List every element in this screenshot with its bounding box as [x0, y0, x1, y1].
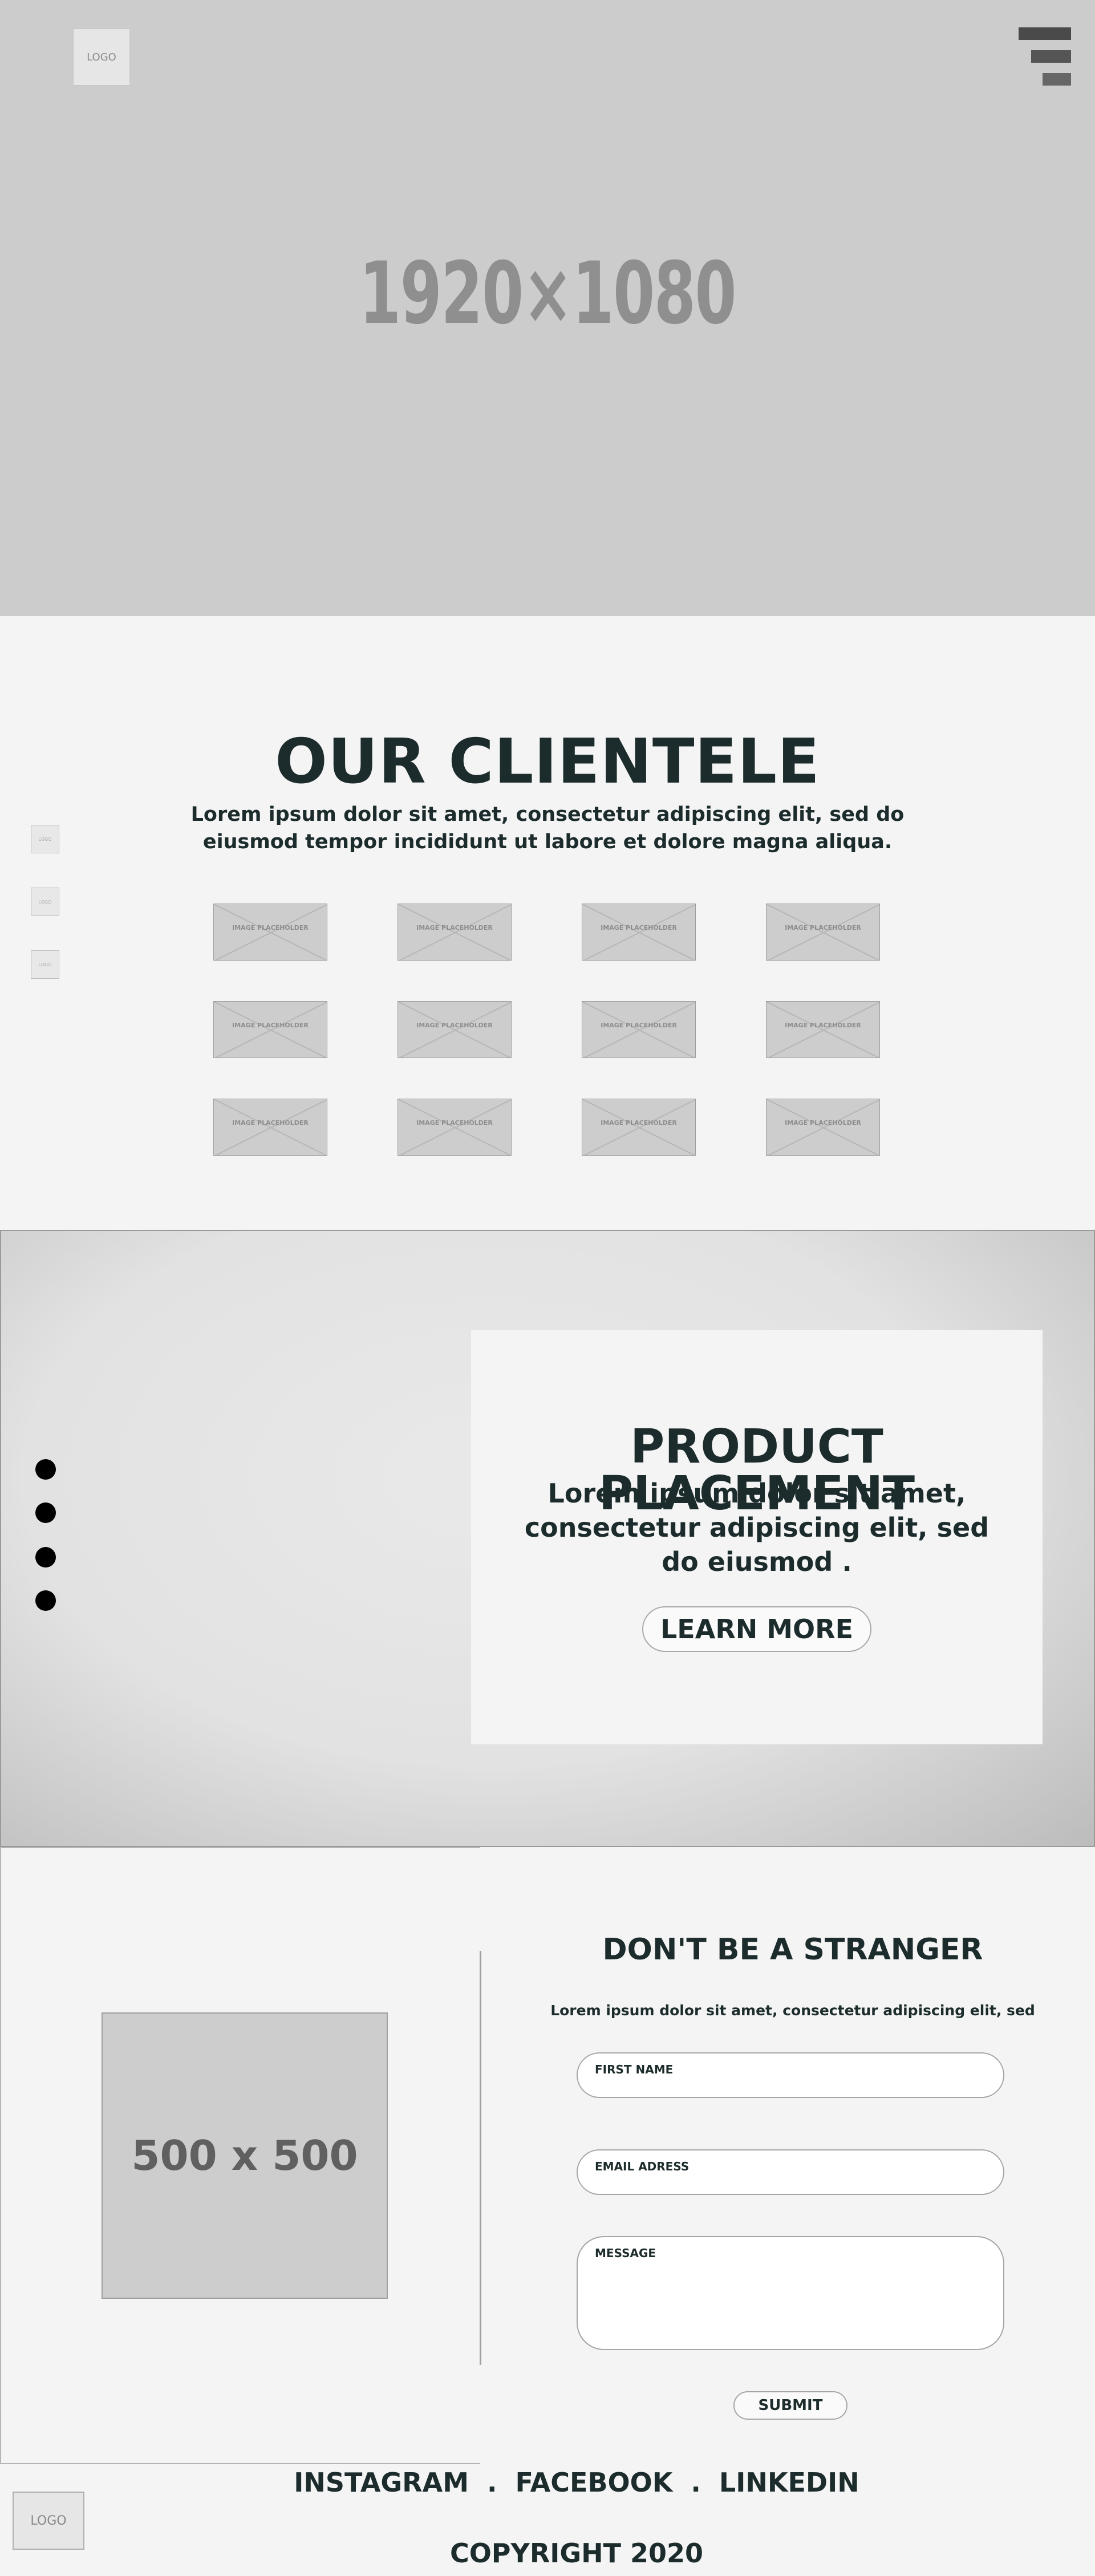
- placeholder-label: IMAGE PLACEHOLDER: [232, 1119, 309, 1127]
- client-image-placeholder: IMAGE PLACEHOLDER: [766, 1001, 880, 1058]
- linkedin-link[interactable]: LINKEDIN: [719, 2465, 859, 2500]
- separator: .: [487, 2467, 497, 2498]
- client-image-placeholder: IMAGE PLACEHOLDER: [213, 1099, 327, 1156]
- carousel-dot[interactable]: [35, 1459, 56, 1480]
- copyright-text: COPYRIGHT 2020: [449, 2538, 704, 2569]
- side-logo[interactable]: LOGO: [31, 825, 59, 853]
- side-logo[interactable]: LOGO: [31, 950, 59, 979]
- client-image-placeholder: IMAGE PLACEHOLDER: [213, 1001, 327, 1058]
- first-name-field[interactable]: FIRST NAME: [577, 2052, 1004, 2098]
- carousel-dot[interactable]: [35, 1502, 56, 1523]
- message-field[interactable]: MESSAGE: [577, 2236, 1004, 2350]
- client-image-placeholder: IMAGE PLACEHOLDER: [398, 1001, 512, 1058]
- clientele-description: Lorem ipsum dolor sit amet, consectetur …: [190, 803, 905, 853]
- placeholder-label: IMAGE PLACEHOLDER: [232, 1022, 309, 1029]
- client-image-placeholder: IMAGE PLACEHOLDER: [398, 1099, 512, 1156]
- carousel-dot[interactable]: [35, 1547, 56, 1568]
- email-label: EMAIL ADRESS: [595, 2160, 690, 2173]
- instagram-link[interactable]: INSTAGRAM: [294, 2465, 469, 2500]
- social-links: INSTAGRAM . FACEBOOK . LINKEDIN: [0, 2465, 1095, 2500]
- contact-description: Lorem ipsum dolor sit amet, consectetur …: [550, 2002, 1035, 2019]
- product-description: Lorem ipsum dolor sit amet, consectetur …: [524, 1478, 989, 1577]
- placeholder-label: IMAGE PLACEHOLDER: [601, 924, 677, 931]
- contact-title: DON'T BE A STRANGER: [602, 1933, 983, 1967]
- hamburger-menu-icon[interactable]: [1019, 27, 1071, 87]
- placeholder-label: IMAGE PLACEHOLDER: [416, 1119, 493, 1127]
- client-image-placeholder: IMAGE PLACEHOLDER: [398, 904, 512, 961]
- clientele-section: [0, 616, 1095, 1230]
- client-image-placeholder: IMAGE PLACEHOLDER: [213, 904, 327, 961]
- facebook-link[interactable]: FACEBOOK: [516, 2465, 673, 2500]
- placeholder-label: IMAGE PLACEHOLDER: [232, 924, 309, 931]
- client-image-placeholder: IMAGE PLACEHOLDER: [766, 904, 880, 961]
- header-logo[interactable]: LOGO: [73, 29, 130, 86]
- vertical-divider: [480, 1951, 481, 2365]
- placeholder-label: IMAGE PLACEHOLDER: [601, 1119, 677, 1127]
- placeholder-label: IMAGE PLACEHOLDER: [785, 924, 861, 931]
- message-label: MESSAGE: [595, 2246, 656, 2260]
- placeholder-label: IMAGE PLACEHOLDER: [416, 924, 493, 931]
- placeholder-label: IMAGE PLACEHOLDER: [601, 1022, 677, 1029]
- first-name-label: FIRST NAME: [595, 2063, 674, 2076]
- separator: .: [691, 2467, 701, 2498]
- carousel-dot[interactable]: [35, 1590, 56, 1611]
- clientele-title: OUR CLIENTELE: [275, 726, 820, 797]
- learn-more-button[interactable]: LEARN MORE: [642, 1606, 871, 1652]
- hero-dimensions-text: 1920×1080: [359, 244, 737, 343]
- side-logo[interactable]: LOGO: [31, 888, 59, 916]
- submit-button[interactable]: SUBMIT: [733, 2391, 847, 2420]
- placeholder-label: IMAGE PLACEHOLDER: [785, 1119, 861, 1127]
- email-field[interactable]: EMAIL ADRESS: [577, 2149, 1004, 2195]
- client-image-placeholder: IMAGE PLACEHOLDER: [582, 1001, 696, 1058]
- placeholder-label: IMAGE PLACEHOLDER: [785, 1022, 861, 1029]
- client-image-placeholder: IMAGE PLACEHOLDER: [582, 1099, 696, 1156]
- client-image-placeholder: IMAGE PLACEHOLDER: [582, 904, 696, 961]
- contact-image-placeholder: 500 x 500: [102, 2012, 388, 2299]
- placeholder-label: IMAGE PLACEHOLDER: [416, 1022, 493, 1029]
- client-image-placeholder: IMAGE PLACEHOLDER: [766, 1099, 880, 1156]
